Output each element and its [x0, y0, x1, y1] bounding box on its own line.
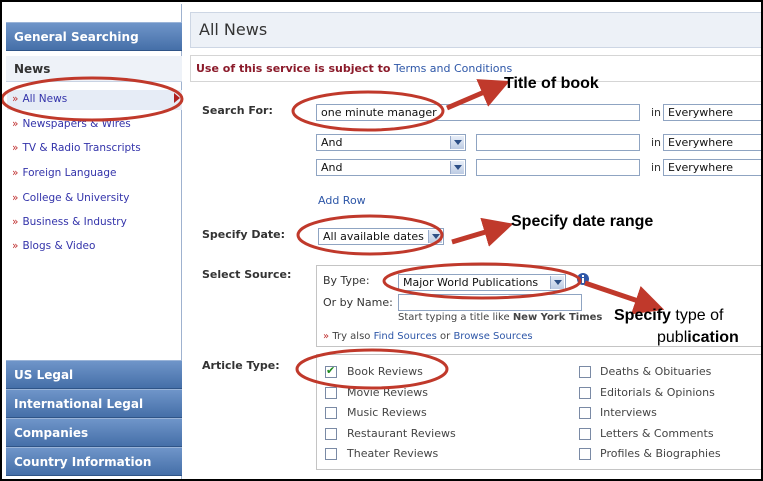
annotation-date-range: Specify date range — [511, 213, 654, 230]
chevron-down-icon — [450, 161, 464, 174]
annotation-type-line1: Specify type of — [614, 307, 724, 324]
label-movie-reviews: Movie Reviews — [347, 386, 429, 399]
sidebar-item-foreign-language[interactable]: » Foreign Language — [12, 167, 116, 179]
label-editorials-opinions: Editorials & Opinions — [600, 386, 715, 399]
sidebar-item-all-news[interactable]: » All News — [12, 93, 67, 105]
find-sources-link[interactable]: Find Sources — [374, 331, 437, 342]
select-source-label: Select Source: — [202, 268, 292, 281]
arrow-date-range — [451, 217, 514, 247]
annotation-type-line2: publication — [657, 329, 739, 346]
scope-select-3[interactable]: Everywhere — [663, 159, 761, 176]
sidebar-item-tv-radio[interactable]: » TV & Radio Transcripts — [12, 142, 141, 154]
search-input-1[interactable]: one minute manager — [316, 104, 640, 121]
search-input-3[interactable] — [476, 159, 640, 176]
scope-select-2[interactable]: Everywhere — [663, 134, 761, 151]
page-title: All News — [190, 12, 761, 48]
checkbox-deaths-obituaries[interactable] — [579, 366, 591, 378]
checkbox-restaurant-reviews[interactable] — [325, 428, 337, 440]
operator-select-3[interactable]: And — [316, 159, 466, 176]
by-type-label: By Type: — [323, 274, 370, 287]
nav-companies[interactable]: Companies — [6, 418, 182, 447]
sidebar-item-blogs[interactable]: » Blogs & Video — [12, 240, 95, 252]
checkbox-music-reviews[interactable] — [325, 407, 337, 419]
in-label-2: in — [651, 136, 662, 149]
label-letters-comments: Letters & Comments — [600, 427, 714, 440]
source-hint: Start typing a title like New York Times — [398, 312, 603, 323]
checkbox-theater-reviews[interactable] — [325, 448, 337, 460]
in-label-3: in — [651, 161, 662, 174]
nav-us-legal[interactable]: US Legal — [6, 360, 182, 389]
label-profiles-biographies: Profiles & Biographies — [600, 447, 721, 460]
by-name-input[interactable] — [398, 294, 582, 311]
checkbox-movie-reviews[interactable] — [325, 387, 337, 399]
search-input-2[interactable] — [476, 134, 640, 151]
chevron-down-icon — [550, 276, 564, 289]
terms-notice: Use of this service is subject to Terms … — [190, 55, 761, 82]
sidebar-item-newspapers[interactable]: » Newspapers & Wires — [12, 118, 131, 130]
scope-select-1[interactable]: Everywhere — [663, 104, 761, 121]
chevron-down-icon — [428, 230, 442, 243]
notice-text: Use of this service is subject to — [196, 62, 391, 75]
by-type-select[interactable]: Major World Publications — [398, 274, 566, 291]
try-also-line: » Try also Find Sources or Browse Source… — [323, 331, 533, 342]
label-restaurant-reviews: Restaurant Reviews — [347, 427, 456, 440]
checkbox-interviews[interactable] — [579, 407, 591, 419]
by-name-label: Or by Name: — [323, 296, 393, 309]
label-deaths-obituaries: Deaths & Obituaries — [600, 365, 712, 378]
operator-select-2[interactable]: And — [316, 134, 466, 151]
label-book-reviews: Book Reviews — [347, 365, 423, 378]
browse-sources-link[interactable]: Browse Sources — [453, 331, 532, 342]
add-row-link[interactable]: Add Row — [318, 194, 366, 207]
annotation-title-of-book: Title of book — [504, 75, 599, 92]
checkbox-editorials-opinions[interactable] — [579, 387, 591, 399]
nav-international-legal[interactable]: International Legal — [6, 389, 182, 418]
label-music-reviews: Music Reviews — [347, 406, 427, 419]
label-theater-reviews: Theater Reviews — [347, 447, 439, 460]
in-label-1: in — [651, 106, 662, 119]
chevron-down-icon — [450, 136, 464, 149]
checkbox-profiles-biographies[interactable] — [579, 448, 591, 460]
checkbox-book-reviews[interactable] — [325, 364, 337, 378]
screenshot-frame: General Searching News » All News » Newspa… — [0, 0, 763, 481]
sidebar: General Searching News » All News » Newspa… — [4, 4, 182, 479]
nav-country-information[interactable]: Country Information — [6, 447, 182, 476]
sidebar-item-business[interactable]: » Business & Industry — [12, 216, 127, 228]
checkbox-letters-comments[interactable] — [579, 428, 591, 440]
sidebar-item-college[interactable]: » College & University — [12, 192, 129, 204]
nav-news[interactable]: News — [6, 56, 182, 82]
specify-date-label: Specify Date: — [202, 228, 286, 241]
search-for-label: Search For: — [202, 104, 273, 117]
label-interviews: Interviews — [600, 406, 657, 419]
article-type-label: Article Type: — [202, 359, 280, 372]
nav-general-searching[interactable]: General Searching — [6, 22, 182, 51]
active-arrow-icon — [174, 93, 180, 103]
date-select[interactable]: All available dates — [318, 228, 444, 245]
terms-link[interactable]: Terms and Conditions — [394, 62, 512, 75]
info-icon[interactable] — [576, 272, 590, 286]
